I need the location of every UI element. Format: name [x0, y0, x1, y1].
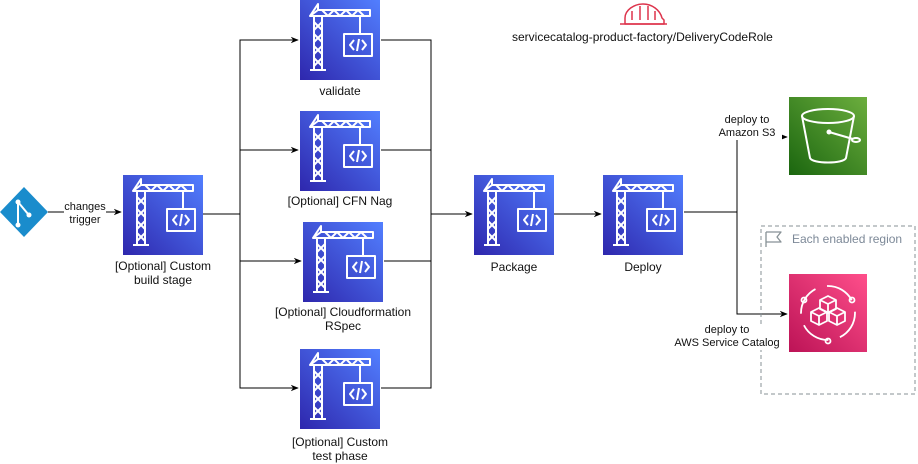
- edge-label-line2: AWS Service Catalog: [674, 337, 780, 349]
- edge-label-deploy-to-s3: deploy to Amazon S3: [712, 114, 782, 140]
- stage-label-line1: [Optional] Cloudformation: [274, 305, 412, 319]
- edge-deploy-to-s3: [736, 133, 788, 212]
- edge-validate-to-package: [381, 39, 432, 214]
- stage-label-line1: validate: [319, 84, 361, 98]
- stage-label-custom-test: [Optional] Custom test phase: [270, 435, 410, 463]
- edge-build-to-rspec: [239, 214, 302, 265]
- stage-label-line1: Deploy: [624, 260, 662, 274]
- trigger-edge-label: changes trigger: [60, 201, 110, 227]
- codebuild-icon-rspec: [303, 222, 383, 302]
- edge-label-line1: deploy to: [724, 114, 770, 126]
- stage-label-rspec: [Optional] Cloudformation RSpec: [263, 305, 423, 333]
- pipeline-diagram: [0, 0, 916, 429]
- stage-label-line2: build stage: [133, 273, 193, 287]
- stage-label-validate: validate: [270, 84, 410, 98]
- stage-label-line1: [Optional] CFN Nag: [287, 194, 393, 208]
- stage-label-deploy: Deploy: [593, 260, 693, 274]
- codebuild-icon-package: [474, 175, 554, 255]
- stage-label-line2: test phase: [312, 449, 368, 463]
- codebuild-icon-deploy: [603, 175, 683, 255]
- codebuild-icon-custom-test: [300, 349, 380, 429]
- git-repository-icon: [0, 187, 48, 237]
- codebuild-icon-validate: [300, 0, 380, 80]
- region-group-label: Each enabled region: [792, 232, 903, 246]
- edge-customtest-to-package: [381, 210, 473, 389]
- s3-bucket-icon: [789, 97, 867, 175]
- stage-label-cfn-nag: [Optional] CFN Nag: [270, 194, 410, 208]
- stage-label-line1: [Optional] Custom: [291, 435, 389, 449]
- codebuild-icon-cfn-nag: [300, 111, 380, 191]
- region-flag-icon: [765, 231, 782, 247]
- stage-label-line1: Package: [490, 260, 538, 274]
- edge-label-deploy-to-service-catalog: deploy to AWS Service Catalog: [672, 324, 782, 350]
- iam-role-helmet-icon: [620, 3, 667, 25]
- trigger-label-line1: changes: [64, 201, 106, 213]
- service-catalog-icon: [789, 274, 867, 352]
- stage-label-line2: RSpec: [324, 319, 362, 333]
- stage-label-package: Package: [464, 260, 564, 274]
- delivery-code-role-label: servicecatalog-product-factory/DeliveryC…: [512, 30, 773, 44]
- trigger-label-line2: trigger: [69, 214, 101, 226]
- codebuild-icon-custom-build: [123, 175, 203, 255]
- stage-label-custom-build: [Optional] Custom build stage: [93, 259, 233, 287]
- stage-label-line1: [Optional] Custom: [114, 259, 212, 273]
- edge-label-line2: Amazon S3: [718, 127, 776, 139]
- edge-build-to-validate: [203, 36, 299, 215]
- edge-label-line1: deploy to: [704, 324, 750, 336]
